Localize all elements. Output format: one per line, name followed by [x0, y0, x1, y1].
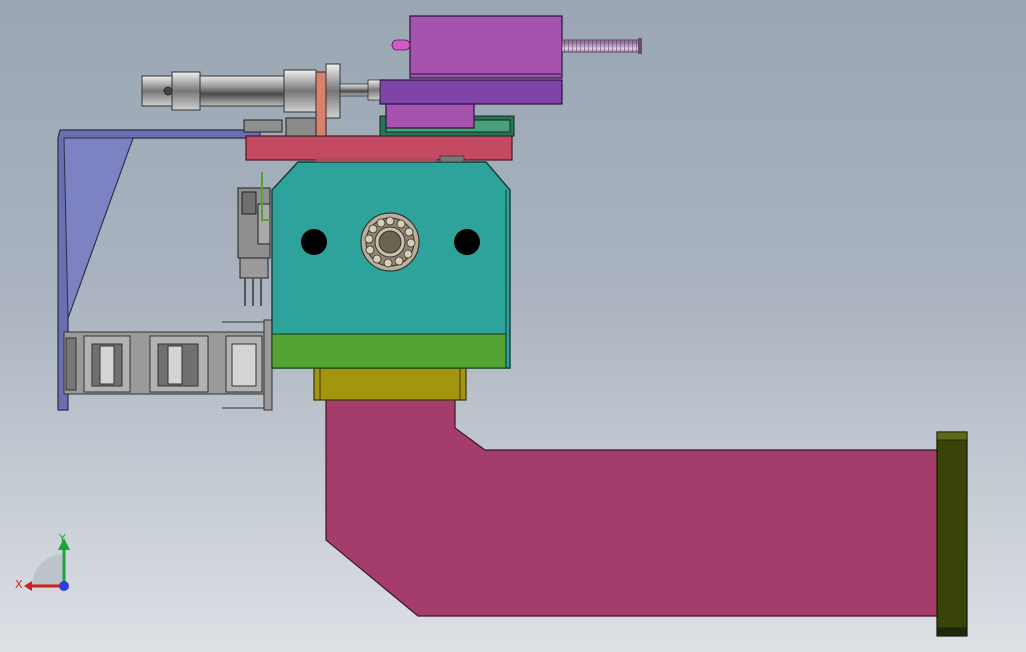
cad-assembly[interactable]	[0, 0, 1026, 652]
motor-flange[interactable]	[313, 367, 467, 401]
x-axis-label: X	[15, 578, 23, 591]
z-axis-icon	[59, 581, 69, 591]
y-axis-label: Y	[58, 532, 66, 545]
cad-viewport[interactable]: Y X	[0, 0, 1026, 652]
bearing[interactable]	[360, 212, 420, 272]
swing-arm[interactable]	[325, 397, 941, 617]
end-plate[interactable]	[936, 431, 968, 637]
pneumatic-cylinder[interactable]	[141, 63, 381, 119]
coordinate-triad: Y X	[10, 530, 80, 600]
cylinder-block[interactable]	[379, 15, 642, 129]
triad-background	[32, 554, 64, 586]
cable-chain[interactable]	[63, 319, 273, 411]
top-plate[interactable]	[245, 135, 513, 163]
sensor-block[interactable]	[237, 172, 271, 306]
